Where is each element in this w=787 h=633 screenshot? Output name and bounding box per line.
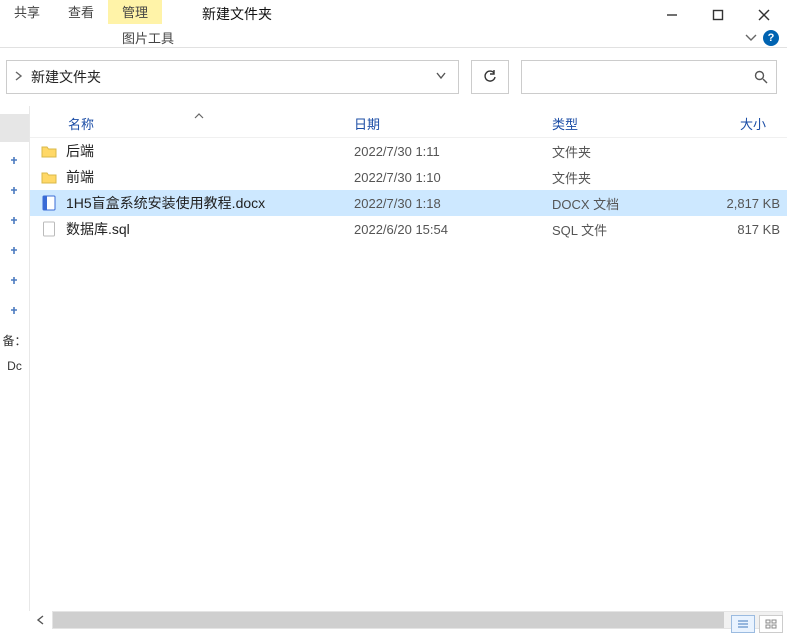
file-row[interactable]: 后端2022/7/30 1:11文件夹 [30, 138, 787, 164]
chevron-right-icon [15, 70, 23, 84]
close-icon [758, 9, 770, 21]
file-type: DOCX 文档 [552, 194, 702, 213]
expand-navpane[interactable] [30, 611, 52, 629]
chevron-down-icon[interactable] [745, 32, 757, 44]
horizontal-scrollbar[interactable] [52, 611, 783, 629]
folder-icon [38, 144, 60, 158]
search-input[interactable] [521, 60, 777, 94]
file-date: 2022/7/30 1:18 [354, 196, 552, 211]
maximize-icon [712, 9, 724, 21]
pin-icon [9, 247, 21, 259]
file-name: 1H5盲盒系统安装使用教程.docx [60, 193, 354, 213]
file-type: 文件夹 [552, 168, 702, 187]
scrollbar-thumb[interactable] [53, 612, 724, 628]
file-name: 数据库.sql [60, 219, 354, 239]
navbar: 新建文件夹 [0, 48, 787, 106]
file-type: 文件夹 [552, 142, 702, 161]
folder-icon [38, 170, 60, 184]
file-list: 名称 日期 类型 大小 后端2022/7/30 1:11文件夹前端2022/7/… [30, 106, 787, 611]
col-size[interactable]: 大小 [702, 114, 780, 133]
file-date: 2022/6/20 15:54 [354, 222, 552, 237]
pin-icon [9, 187, 21, 199]
sort-caret-icon [194, 112, 204, 123]
col-name[interactable]: 名称 [60, 114, 354, 133]
search-icon [754, 70, 768, 84]
file-size: 2,817 KB [702, 196, 780, 211]
col-date[interactable]: 日期 [354, 114, 552, 133]
help-icon[interactable]: ? [763, 30, 779, 46]
view-icons-button[interactable] [759, 615, 783, 633]
nav-label: 备： [2, 332, 26, 349]
view-mode-switch [731, 615, 783, 633]
address-bar[interactable]: 新建文件夹 [6, 60, 459, 94]
view-icons-icon [765, 619, 777, 629]
refresh-button[interactable] [471, 60, 509, 94]
window-maximize[interactable] [695, 0, 741, 30]
file-date: 2022/7/30 1:11 [354, 144, 552, 159]
address-history-dropdown[interactable] [430, 71, 452, 83]
window-controls [649, 0, 787, 30]
window-title: 新建文件夹 [184, 0, 649, 24]
file-type: SQL 文件 [552, 220, 702, 239]
pin-icon [9, 307, 21, 319]
file-row[interactable]: 1H5盲盒系统安装使用教程.docx2022/7/30 1:18DOCX 文档2… [30, 190, 787, 216]
pin-icon [9, 157, 21, 169]
bottom-bar [30, 611, 783, 629]
col-type[interactable]: 类型 [552, 114, 702, 133]
nav-label: Dc [7, 359, 22, 373]
minimize-icon [666, 9, 678, 21]
ribbon: 共享 查看 管理 图片工具 新建文件夹 ? [0, 0, 787, 48]
file-name: 前端 [60, 167, 354, 187]
ribbon-tab-share[interactable]: 共享 [0, 0, 54, 24]
ribbon-sub-image-tools[interactable]: 图片工具 [112, 24, 184, 51]
file-date: 2022/7/30 1:10 [354, 170, 552, 185]
refresh-icon [483, 70, 497, 84]
window-close[interactable] [741, 0, 787, 30]
file-row[interactable]: 数据库.sql2022/6/20 15:54SQL 文件817 KB [30, 216, 787, 242]
window-minimize[interactable] [649, 0, 695, 30]
view-details-button[interactable] [731, 615, 755, 633]
ribbon-tab-manage[interactable]: 管理 [108, 0, 162, 24]
view-details-icon [737, 619, 749, 629]
navigation-pane[interactable]: 备： Dc [0, 106, 30, 611]
pin-icon [9, 277, 21, 289]
chevron-left-icon [36, 615, 46, 625]
ribbon-tab-view[interactable]: 查看 [54, 0, 108, 24]
file-name: 后端 [60, 141, 354, 161]
file-size: 817 KB [702, 222, 780, 237]
file-row[interactable]: 前端2022/7/30 1:10文件夹 [30, 164, 787, 190]
docx-icon [38, 195, 60, 211]
column-headers: 名称 日期 类型 大小 [30, 106, 787, 138]
file-icon [38, 221, 60, 237]
pin-icon [9, 217, 21, 229]
breadcrumb-item[interactable]: 新建文件夹 [31, 67, 101, 87]
